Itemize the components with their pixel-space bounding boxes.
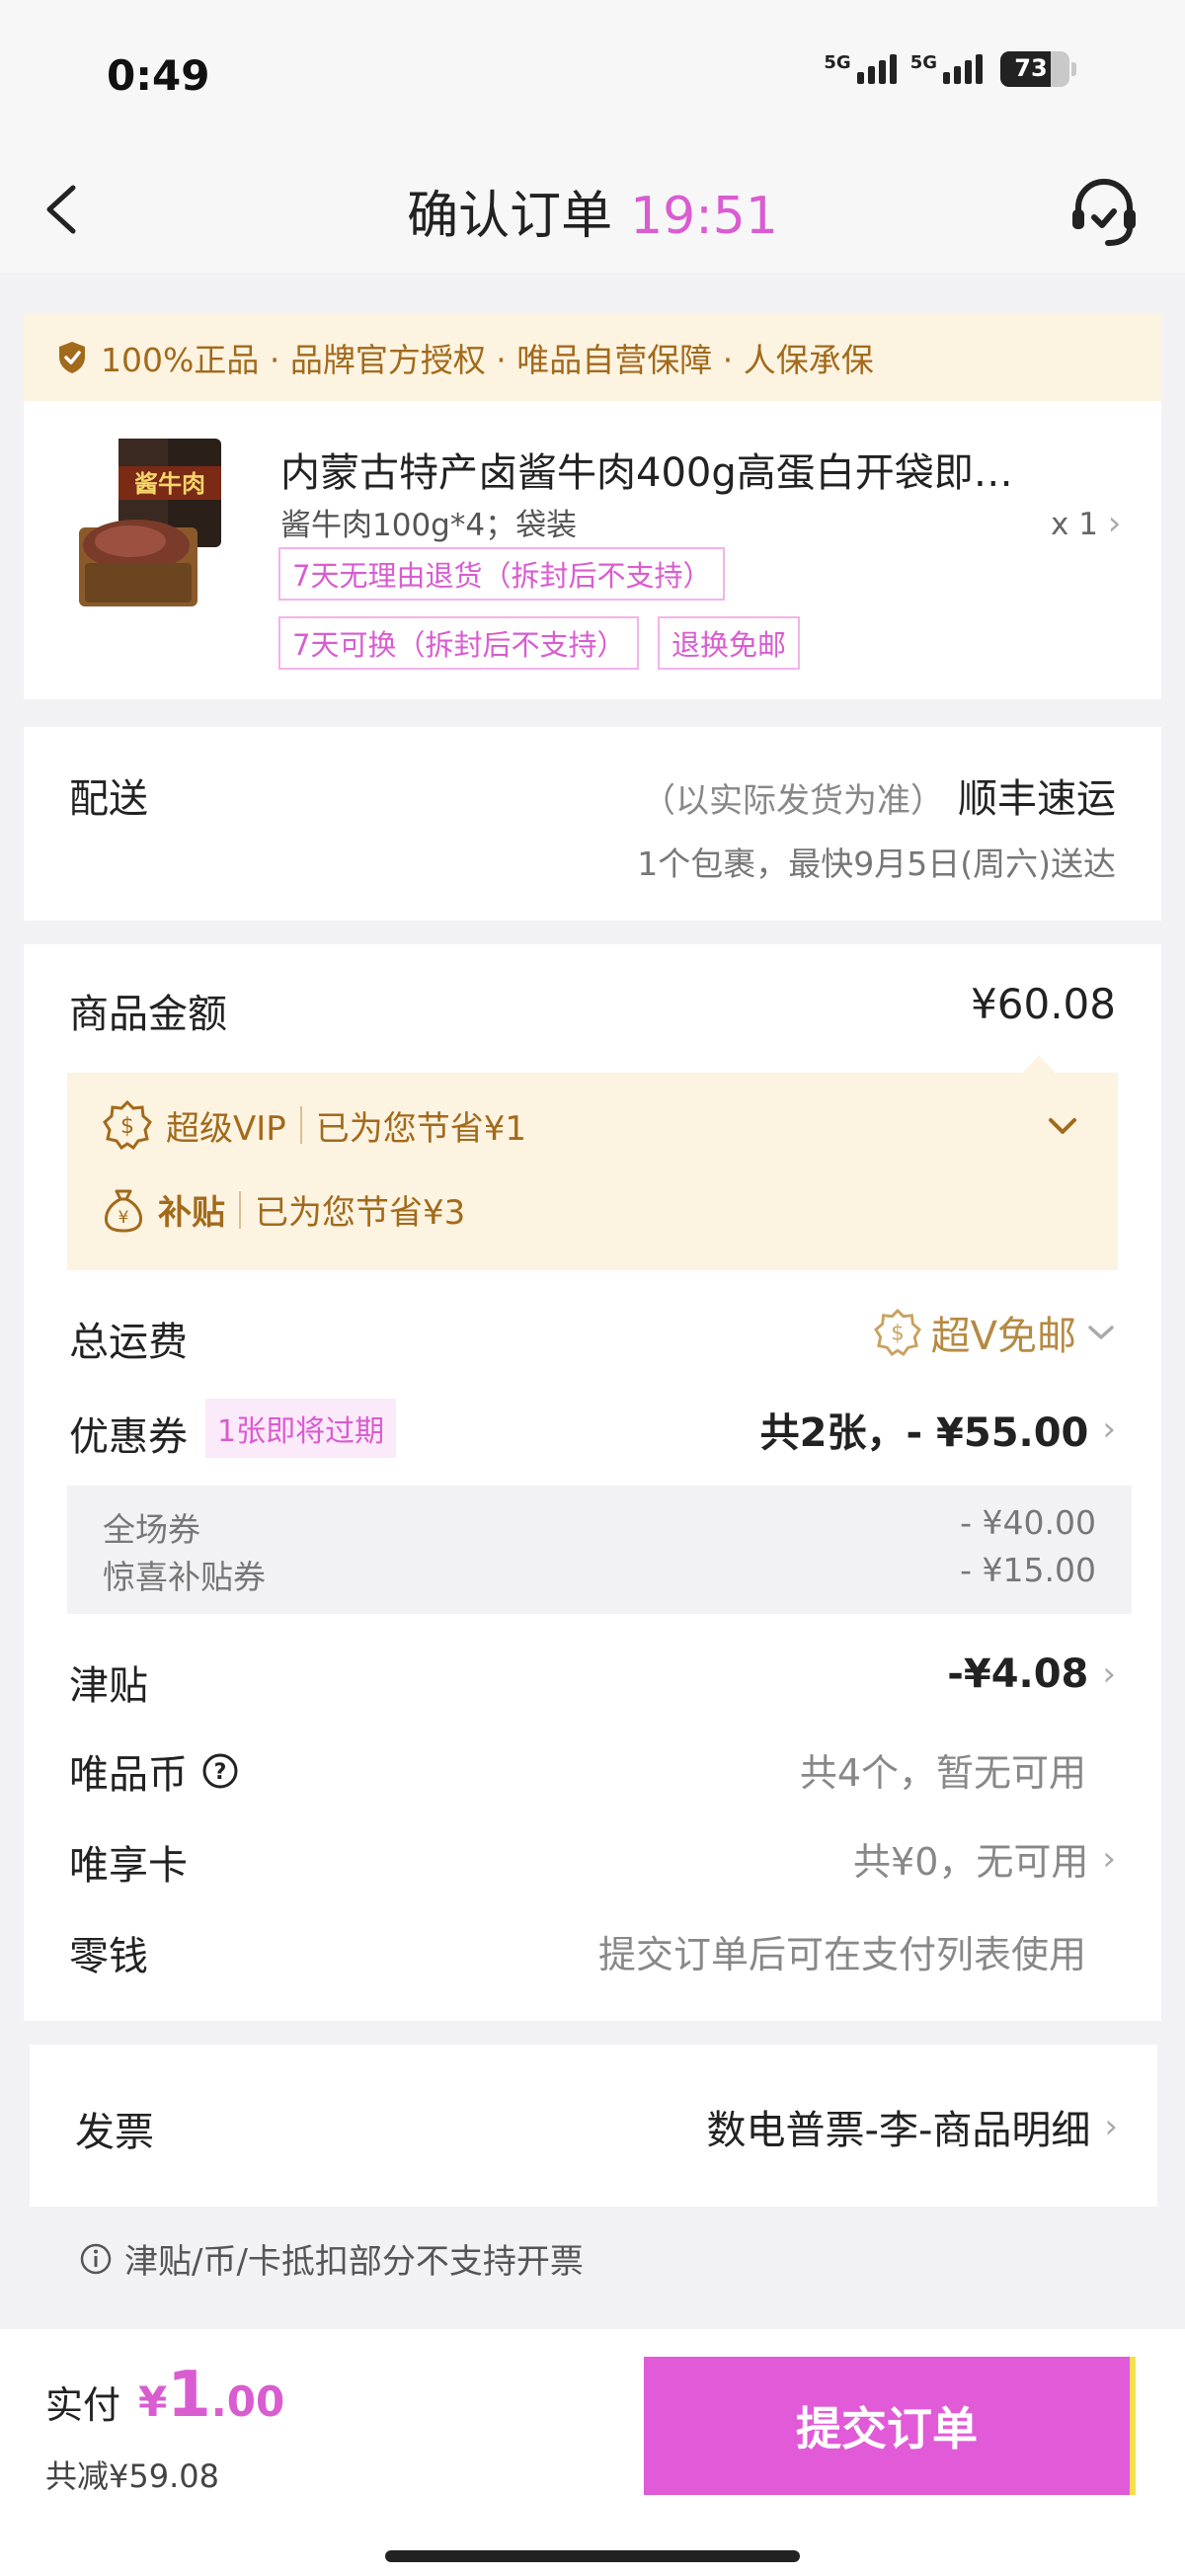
card-label: 唯享卡 [69, 1843, 188, 1889]
allowance-value-row[interactable]: -¥4.08 › [947, 1651, 1116, 1697]
delivery-carrier: 顺丰速运 [958, 776, 1116, 822]
vip-saving: 已为您节省¥1 [315, 1108, 527, 1149]
product-image[interactable]: 酱牛肉 [79, 439, 227, 606]
network-type-label-2: 5G [909, 52, 937, 73]
quantity-text: x 1 [1051, 507, 1098, 542]
subsidy-saving: 已为您节省¥3 [255, 1193, 466, 1233]
vip-badge-icon: $ [873, 1309, 921, 1356]
card-value-row[interactable]: 共¥0，无可用 › [853, 1831, 1116, 1886]
pay-amount: ¥1.00 [138, 2359, 284, 2432]
coupon-expiry-badge: 1张即将过期 [205, 1399, 397, 1458]
return-policy-tag: 7天无理由退货（拆封后不支持） [278, 547, 726, 601]
svg-text:$: $ [891, 1321, 904, 1345]
status-icons: 5G 5G 73 [824, 51, 1076, 87]
subsidy-label: 补贴 [158, 1193, 225, 1233]
vip-saving-row: $ 超级VIP 已为您节省¥1 [103, 1100, 526, 1150]
coupon-breakdown: 全场券 - ¥40.00 惊喜补贴券 - ¥15.00 [67, 1486, 1132, 1614]
invoice-card[interactable]: 发票 数电普票-李-商品明细 › [30, 2045, 1157, 2207]
nav-header: 确认订单 19:51 [0, 148, 1185, 273]
product-title: 内蒙古特产卤酱牛肉400g高蛋白开袋即… [280, 450, 1013, 496]
allowance-value: -¥4.08 [947, 1651, 1089, 1697]
customer-service-headset-icon[interactable] [1066, 174, 1142, 249]
coupon-label: 优惠券 [69, 1414, 188, 1460]
price-summary-card: 商品金额 ¥60.08 $ 超级VIP 已为您节省¥1 ¥ 补贴 已为您节省¥3 [24, 944, 1161, 2021]
delivery-carrier-row: （以实际发货为准） 顺丰速运 [642, 766, 1116, 824]
invoice-note-text: 津贴/币/卡抵扣部分不支持开票 [124, 2242, 584, 2282]
help-icon[interactable]: ? [201, 1752, 239, 1790]
vip-label: 超级VIP [166, 1108, 286, 1149]
allowance-label: 津贴 [69, 1663, 148, 1709]
svg-text:¥: ¥ [118, 1208, 129, 1228]
product-quantity[interactable]: x 1 › [1051, 504, 1121, 543]
product-spec: 酱牛肉100g*4；袋装 [280, 508, 578, 543]
guarantee-banner: 100%正品 · 品牌官方授权 · 唯品自营保障 · 人保承保 [24, 314, 1161, 401]
shipping-label: 总运费 [69, 1320, 188, 1365]
total-saved: 共减¥59.08 [45, 2457, 219, 2495]
delivery-label: 配送 [69, 776, 148, 822]
cellular-signal-icon: 5G [824, 52, 897, 84]
pay-amount-int: 1 [167, 2359, 211, 2432]
chevron-right-icon: › [1104, 2107, 1118, 2146]
product-card[interactable]: 酱牛肉 内蒙古特产卤酱牛肉400g高蛋白开袋即… 酱牛肉100g*4；袋装 x … [24, 401, 1161, 699]
coupon-name-1: 全场券 [103, 1510, 200, 1549]
status-time: 0:49 [107, 51, 210, 100]
change-label: 零钱 [69, 1934, 148, 1979]
coupon-amount-1: - ¥40.00 [960, 1503, 1096, 1542]
shipping-value-row[interactable]: $ 超V免邮 [873, 1304, 1116, 1361]
submit-order-button[interactable]: 提交订单 [644, 2357, 1136, 2495]
coin-label-row: 唯品币 ? [69, 1742, 239, 1800]
chevron-right-icon: › [1102, 1838, 1116, 1879]
coin-label: 唯品币 [69, 1752, 188, 1798]
invoice-label: 发票 [75, 2110, 154, 2155]
status-bar: 0:49 5G 5G 73 [0, 0, 1185, 148]
delivery-note: （以实际发货为准） [642, 781, 944, 821]
battery-icon: 73 [1000, 51, 1069, 87]
invoice-value-row: 数电普票-李-商品明细 › [707, 2098, 1118, 2155]
free-return-shipping-tag: 退换免邮 [658, 616, 801, 670]
pay-label: 实付 [45, 2383, 121, 2427]
svg-text:$: $ [120, 1114, 134, 1139]
product-image-text: 酱牛肉 [134, 470, 205, 498]
chevron-right-icon: › [1107, 504, 1122, 543]
chevron-right-icon: › [1102, 1409, 1116, 1449]
battery-level: 73 [1014, 54, 1048, 82]
shipping-value: 超V免邮 [930, 1314, 1076, 1359]
page-title: 确认订单 19:51 [0, 174, 1185, 248]
network-type-label: 5G [824, 52, 851, 73]
vip-badge-icon: $ [103, 1100, 152, 1150]
invoice-note: 津贴/币/卡抵扣部分不支持开票 [79, 2234, 584, 2283]
home-indicator[interactable] [385, 2550, 800, 2562]
invoice-value: 数电普票-李-商品明细 [706, 2108, 1091, 2153]
savings-box[interactable]: $ 超级VIP 已为您节省¥1 ¥ 补贴 已为您节省¥3 [67, 1073, 1118, 1270]
exchange-policy-tag: 7天可换（拆封后不支持） [278, 616, 640, 670]
coupon-amount-2: - ¥15.00 [960, 1551, 1096, 1589]
card-value: 共¥0，无可用 [853, 1840, 1089, 1884]
pay-amount-dec: .00 [210, 2377, 285, 2426]
goods-amount-label: 商品金额 [69, 992, 227, 1037]
coupon-value: 共2张，- ¥55.00 [759, 1410, 1089, 1456]
subsidy-saving-row: ¥ 补贴 已为您节省¥3 [103, 1185, 465, 1234]
vip-box-pointer [1021, 1055, 1057, 1075]
info-icon [80, 2243, 112, 2274]
shield-check-icon [59, 342, 85, 373]
chevron-right-icon: › [1102, 1654, 1116, 1694]
chevron-down-icon[interactable] [1045, 1114, 1080, 1138]
change-value: 提交订单后可在支付列表使用 [597, 1933, 1086, 1976]
cellular-signal-icon-2: 5G [910, 54, 983, 84]
guarantee-text: 100%正品 · 品牌官方授权 · 唯品自营保障 · 人保承保 [101, 341, 874, 379]
chevron-down-icon [1088, 1326, 1114, 1339]
money-bag-icon: ¥ [105, 1189, 142, 1233]
coin-value: 共4个，暂无可用 [799, 1751, 1086, 1795]
countdown-timer: 19:51 [630, 187, 778, 246]
goods-amount-value: ¥60.08 [971, 980, 1116, 1028]
delivery-eta: 1个包裹，最快9月5日(周六)送达 [637, 845, 1116, 883]
svg-text:?: ? [214, 1760, 227, 1785]
coupon-name-2: 惊喜补贴券 [103, 1558, 266, 1596]
checkout-bar: 实付 ¥1.00 共减¥59.08 提交订单 [0, 2329, 1185, 2576]
delivery-card[interactable]: 配送 （以实际发货为准） 顺丰速运 1个包裹，最快9月5日(周六)送达 [24, 727, 1161, 921]
coupon-value-row[interactable]: 共2张，- ¥55.00 › [760, 1401, 1116, 1458]
pay-currency: ¥ [138, 2377, 168, 2426]
page-title-text: 确认订单 [407, 187, 613, 246]
